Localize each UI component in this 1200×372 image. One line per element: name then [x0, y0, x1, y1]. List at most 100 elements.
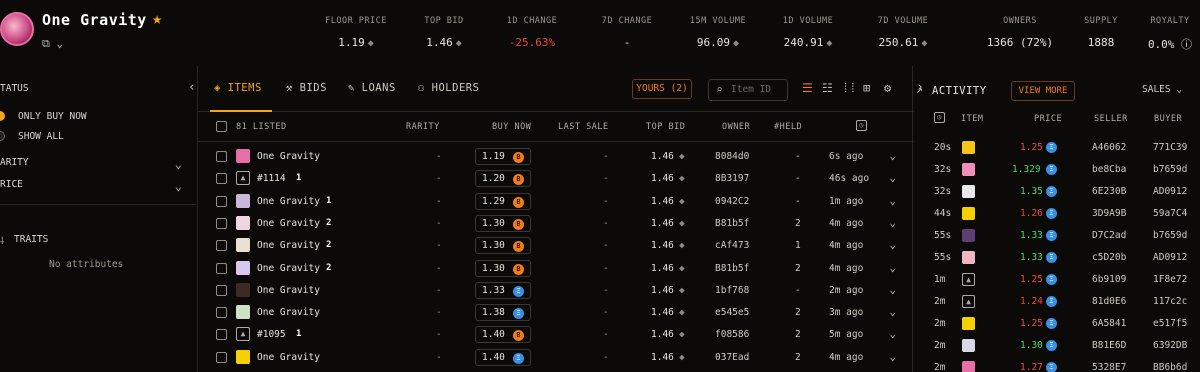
chevron-down-icon[interactable]: ⌄ — [889, 171, 896, 184]
item-name[interactable]: #1114 — [257, 173, 286, 184]
buyer-address[interactable]: 117c2c — [1153, 296, 1187, 307]
owner-address[interactable]: 8084d0 — [715, 151, 749, 162]
buy-now-button[interactable]: 1.38 Ξ — [475, 304, 531, 322]
item-name[interactable]: One Gravity — [257, 307, 320, 318]
grid-small-icon[interactable]: ⁞⁞ — [842, 81, 856, 96]
item-name[interactable]: One Gravity — [257, 218, 320, 229]
last-sale-header[interactable]: LAST SALE — [558, 122, 609, 132]
seller-address[interactable]: 3D9A9B — [1092, 208, 1126, 219]
chevron-down-icon[interactable]: ⌄ — [889, 350, 896, 363]
table-row[interactable]: One Gravity - 1.38 Ξ - 1.46 ◆ e545e5 2 3m ago ⌄ — [198, 302, 914, 324]
clock-icon[interactable]: ◷ — [856, 120, 867, 131]
seller-address[interactable]: 81d0E6 — [1092, 296, 1126, 307]
chevron-down-icon[interactable]: ⌄ — [889, 149, 896, 162]
collapse-left-icon[interactable]: ‹ — [188, 80, 196, 95]
activity-row[interactable]: 2m 1.30 Ξ B81E6D 6392DB — [914, 335, 1200, 357]
favorite-star-icon[interactable]: ★ — [152, 9, 162, 29]
buy-now-button[interactable]: 1.30 B — [475, 214, 531, 232]
table-row[interactable]: One Gravity 2 - 1.30 B - 1.46 ◆ B81b5f 2 4m ago ⌄ — [198, 258, 914, 280]
owner-address[interactable]: 037Ead — [715, 352, 749, 363]
owner-address[interactable]: f08586 — [715, 329, 749, 340]
activity-row[interactable]: 20s 1.25 Ξ A46062 771C39 — [914, 137, 1200, 159]
buyer-address[interactable]: AD0912 — [1153, 186, 1187, 197]
owner-address[interactable]: cAf473 — [715, 240, 749, 251]
buyer-address[interactable]: e517f5 — [1153, 318, 1187, 329]
grid-large-icon[interactable]: ⊞ — [863, 81, 870, 95]
buy-now-button[interactable]: 1.20 B — [475, 170, 531, 188]
item-name[interactable]: One Gravity — [257, 240, 320, 251]
select-all-checkbox[interactable] — [216, 121, 227, 132]
top-bid-header[interactable]: TOP BID — [646, 122, 685, 132]
chevron-down-icon[interactable]: ⌄ — [889, 305, 896, 318]
compact-list-icon[interactable]: ☷ — [822, 81, 833, 95]
activity-row[interactable]: 2m 1.25 Ξ 6A5841 e517f5 — [914, 313, 1200, 335]
rarity-header[interactable]: RARITY — [406, 122, 440, 132]
table-row[interactable]: One Gravity - 1.19 B - 1.46 ◆ 8084d0 - 6s ago ⌄ — [198, 146, 914, 168]
price-filter[interactable]: RICE ⌄ — [0, 179, 196, 193]
chevron-down-icon[interactable]: ⌄ — [889, 194, 896, 207]
rarity-filter[interactable]: ARITY ⌄ — [0, 157, 196, 171]
tab-bids[interactable]: ⚒ BIDS — [286, 82, 327, 94]
buy-now-button[interactable]: 1.40 Ξ — [475, 348, 531, 366]
chevron-down-icon[interactable]: ⌄ — [889, 283, 896, 296]
activity-row[interactable]: 2m 1.27 Ξ 5328E7 BB6b6d — [914, 357, 1200, 372]
owner-address[interactable]: 1bf768 — [715, 285, 749, 296]
item-name[interactable]: One Gravity — [257, 263, 320, 274]
activity-row[interactable]: 2m ▲ 1.24 Ξ 81d0E6 117c2c — [914, 291, 1200, 313]
chevron-down-icon[interactable]: ⌄ — [889, 327, 896, 340]
activity-row[interactable]: 55s 1.33 Ξ D7C2ad b7659d — [914, 225, 1200, 247]
row-checkbox[interactable] — [216, 151, 227, 162]
buyer-address[interactable]: b7659d — [1153, 164, 1187, 175]
table-row[interactable]: One Gravity 1 - 1.29 B - 1.46 ◆ 0942C2 - 1m ago ⌄ — [198, 191, 914, 213]
table-row[interactable]: ▲ #1114 1 - 1.20 B - 1.46 ◆ 8B3197 - 46s ago ⌄ — [198, 168, 914, 190]
owner-address[interactable]: B81b5f — [715, 218, 749, 229]
activity-row[interactable]: 55s 1.33 Ξc5D20b AD0912 — [914, 247, 1200, 269]
row-checkbox[interactable] — [216, 284, 227, 296]
chevron-down-icon[interactable]: ⌄ — [889, 216, 896, 229]
tab-items[interactable]: ◈ ITEMS — [214, 82, 262, 94]
owner-address[interactable]: 8B3197 — [715, 173, 749, 184]
activity-row[interactable]: 32s 1.35 Ξ 6E230B AD0912 — [914, 181, 1200, 203]
table-row[interactable]: One Gravity 2 - 1.30 B - 1.46 ◆ B81b5f 2 4m ago ⌄ — [198, 213, 914, 235]
row-checkbox[interactable] — [216, 262, 227, 274]
buy-now-button[interactable]: 1.33 Ξ — [475, 281, 531, 299]
buyer-address[interactable]: 771C39 — [1153, 142, 1187, 153]
table-row[interactable]: ▲ #1095 1 - 1.40 B - 1.46 ◆ f08586 2 5m ago ⌄ — [198, 324, 914, 346]
row-checkbox[interactable] — [216, 217, 227, 229]
buyer-address[interactable]: 6392DB — [1153, 340, 1187, 351]
row-checkbox[interactable] — [216, 329, 227, 341]
buyer-address[interactable]: 59a7C4 — [1153, 208, 1187, 219]
buyer-address[interactable]: 1F8e72 — [1153, 274, 1187, 285]
held-header[interactable]: #HELD — [774, 122, 802, 132]
buy-now-button[interactable]: 1.30 B — [475, 237, 531, 255]
tab-holders[interactable]: ⚇ HOLDERS — [418, 82, 479, 94]
row-checkbox[interactable] — [216, 307, 227, 319]
item-name[interactable]: #1095 — [257, 329, 286, 340]
item-id-search-input[interactable]: ⌕ Item ID — [708, 79, 788, 101]
seller-address[interactable]: D7C2ad — [1092, 230, 1126, 241]
seller-address[interactable]: A46062 — [1092, 142, 1126, 153]
row-checkbox[interactable] — [216, 351, 227, 363]
owner-address[interactable]: 0942C2 — [715, 196, 749, 207]
seller-address[interactable]: 6A5841 — [1092, 318, 1126, 329]
copy-icon[interactable]: ⧉ ⌄ — [42, 37, 63, 51]
buyer-address[interactable]: BB6b6d — [1153, 362, 1187, 372]
chevron-down-icon[interactable]: ⌄ — [889, 261, 896, 274]
info-icon[interactable]: ⓘ — [1174, 38, 1192, 51]
chevron-down-icon[interactable]: ⌄ — [889, 238, 896, 251]
buy-now-button[interactable]: 1.30 B — [475, 259, 531, 277]
activity-row[interactable]: 1m ▲ 1.25 Ξ 6b9109 1F8e72 — [914, 269, 1200, 291]
view-more-button[interactable]: VIEW MORE — [1011, 81, 1075, 101]
item-name[interactable]: One Gravity — [257, 285, 320, 296]
settings-gear-icon[interactable]: ⚙ — [884, 81, 891, 95]
tab-loans[interactable]: ✎ LOANS — [348, 82, 396, 94]
buy-now-button[interactable]: 1.29 B — [475, 192, 531, 210]
buyer-address[interactable]: AD0912 — [1153, 252, 1187, 263]
row-checkbox[interactable] — [216, 173, 227, 185]
owner-header[interactable]: OWNER — [722, 122, 750, 132]
buyer-address[interactable]: b7659d — [1153, 230, 1187, 241]
seller-address[interactable]: c5D20b — [1092, 252, 1126, 263]
seller-address[interactable]: 6b9109 — [1092, 274, 1126, 285]
table-row[interactable]: One Gravity 2 - 1.30 B - 1.46 ◆ cAf473 1 4m ago ⌄ — [198, 235, 914, 257]
seller-address[interactable]: 5328E7 — [1092, 362, 1126, 372]
